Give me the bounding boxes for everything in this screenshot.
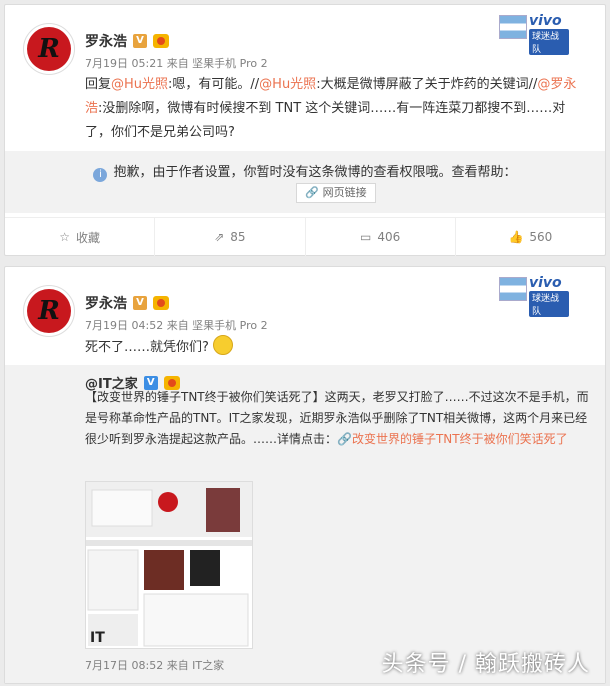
comment-icon: ▭ [360, 230, 372, 244]
repost-meta[interactable]: 7月17日 08:52 来自 IT之家 [85, 657, 224, 673]
repost-text: 【改变世界的锤子TNT终于被你们笑话死了】这两天，老罗又打脸了……不过这次不是手… [85, 390, 589, 446]
like-button[interactable]: 👍 560 [456, 218, 605, 256]
avatar[interactable]: R [23, 23, 75, 75]
vivo-fan-badge[interactable]: vivo 球迷战队 [499, 13, 569, 55]
flag-icon [499, 15, 527, 39]
thumbs-up-icon: 👍 [508, 230, 524, 244]
link-icon: 🔗 [337, 432, 352, 446]
post-meta[interactable]: 7月19日 04:52 来自 坚果手机 Pro 2 [85, 317, 268, 333]
weibo-post-2: R 罗永浩 V vivo 球迷战队 7月19日 04:52 来自 坚果手机 Pr… [4, 266, 606, 684]
mention-link[interactable]: @Hu光照 [111, 77, 168, 92]
link-icon: 🔗 [305, 186, 320, 199]
flag-icon [499, 277, 527, 301]
author-label[interactable]: 罗永浩 [85, 293, 127, 313]
watermark: 头条号 / 翰跃搬砖人 [381, 652, 590, 677]
article-image[interactable]: IT [85, 481, 253, 649]
post-text: 死不了……就凭你们? [85, 335, 234, 360]
author-label[interactable]: 罗永浩 [85, 31, 127, 51]
vivo-fan-badge[interactable]: vivo 球迷战队 [499, 275, 569, 317]
author-name[interactable]: 罗永浩 V [85, 31, 169, 51]
repost-button[interactable]: ⇗ 85 [155, 218, 306, 256]
blocked-message: i 抱歉，由于作者设置，你暂时没有这条微博的查看权限哦。查看帮助： [5, 161, 605, 182]
member-icon [153, 34, 169, 48]
reposted-content: @IT之家 V 【改变世界的锤子TNT终于被你们笑话死了】这两天，老罗又打脸了…… [5, 365, 605, 683]
smile-emoji-icon [213, 335, 234, 355]
action-bar: ☆ 收藏 ⇗ 85 ▭ 406 👍 560 [5, 217, 605, 256]
avatar[interactable]: R [23, 285, 75, 337]
member-icon [153, 296, 169, 310]
post-text: 回复@Hu光照:嗯，有可能。//@Hu光照:大概是微博屏蔽了关于炸药的关键词//… [85, 77, 577, 140]
vivo-team: 球迷战队 [529, 29, 569, 55]
info-icon: i [93, 168, 108, 182]
blocked-content-box: i 抱歉，由于作者设置，你暂时没有这条微博的查看权限哦。查看帮助： 🔗 网页链接 [5, 151, 605, 213]
author-name[interactable]: 罗永浩 V [85, 293, 169, 313]
verified-icon: V [133, 296, 147, 310]
weibo-post-1: R 罗永浩 V vivo 球迷战队 7月19日 05:21 来自 坚果手机 Pr… [4, 4, 606, 256]
verified-icon: V [133, 34, 147, 48]
favorite-button[interactable]: ☆ 收藏 [5, 218, 156, 256]
post-meta[interactable]: 7月19日 05:21 来自 坚果手机 Pro 2 [85, 55, 268, 71]
star-icon: ☆ [59, 230, 70, 244]
vivo-brand: vivo [529, 275, 562, 291]
svg-text:IT: IT [90, 630, 105, 646]
vivo-team: 球迷战队 [529, 291, 569, 317]
web-link-button[interactable]: 🔗 网页链接 [296, 183, 376, 203]
vivo-brand: vivo [529, 13, 562, 29]
comment-button[interactable]: ▭ 406 [306, 218, 456, 256]
article-image-graphic: IT [86, 482, 252, 647]
mention-link[interactable]: @Hu光照 [259, 77, 316, 92]
article-link[interactable]: 🔗改变世界的锤子TNT终于被你们笑话死了 [337, 432, 568, 446]
repost-icon: ⇗ [214, 230, 225, 244]
